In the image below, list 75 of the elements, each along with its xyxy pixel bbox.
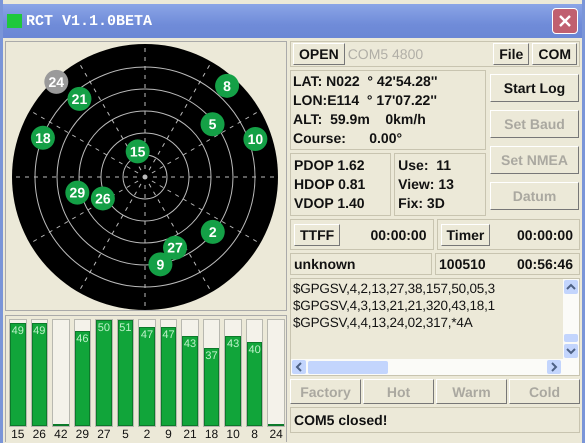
status-bar: COM5 closed!: [290, 407, 580, 433]
snr-value: 40: [248, 344, 261, 358]
prn-label: 29: [76, 427, 90, 442]
fix-text: Fix: 3D: [398, 194, 446, 213]
com-button[interactable]: COM: [532, 43, 577, 65]
course-text: Course: 0.00°: [293, 129, 404, 148]
nmea-line: $GPGSV,4,4,13,24,02,317,*4A: [293, 314, 474, 331]
dop-text: PDOP 1.62: [294, 156, 366, 175]
prn-label: 27: [97, 427, 111, 442]
ttff-button[interactable]: TTFF: [294, 224, 340, 246]
prn-label: 9: [165, 427, 172, 442]
satellite-marker: 9: [148, 252, 172, 276]
satellite-marker: 29: [65, 180, 90, 205]
prn-label: 24: [269, 427, 283, 442]
prn-label: 10: [226, 427, 240, 442]
satellite-marker: 21: [67, 86, 92, 111]
latitude-text: LAT: N022 ° 42'54.28'': [293, 72, 439, 91]
snr-value: 49: [12, 325, 24, 340]
open-button[interactable]: OPEN: [293, 43, 345, 65]
satellite-marker: 2: [200, 220, 225, 244]
snr-value: 43: [226, 338, 240, 352]
dop-text: HDOP 0.81: [294, 175, 366, 194]
satellite-marker: 5: [200, 112, 225, 136]
snr-value: 46: [76, 332, 88, 347]
satellite-marker: 24: [44, 70, 68, 94]
snr-value: 49: [33, 325, 46, 340]
snr-value: 47: [140, 329, 154, 344]
mode-text: unknown: [294, 256, 356, 272]
date-text: 100510: [439, 256, 486, 272]
scroll-left-icon: [292, 360, 306, 374]
snr-value: 51: [119, 322, 132, 336]
prn-label: 2: [144, 427, 150, 442]
close-icon: [558, 14, 572, 28]
prn-label: 5: [122, 427, 129, 442]
scroll-thumb[interactable]: [564, 334, 578, 342]
timer-value: 00:00:00: [516, 226, 573, 242]
longitude-text: LON:E114 ° 17'07.22'': [293, 91, 438, 110]
satellite-marker: 26: [90, 186, 115, 210]
satellite-marker: 10: [243, 127, 268, 151]
app-icon: [7, 14, 22, 28]
timer-button[interactable]: Timer: [440, 224, 490, 246]
snr-value: 37: [205, 350, 218, 364]
prn-label: 15: [11, 427, 24, 442]
nmea-line: $GPGSV,4,3,13,21,21,320,43,18,1: [293, 297, 496, 314]
prn-label: 18: [204, 427, 218, 442]
scroll-right-icon: [547, 360, 561, 374]
scroll-down-icon: [564, 344, 578, 358]
horizontal-scrollbar[interactable]: [291, 359, 579, 375]
satellite-marker: 27: [163, 236, 188, 260]
altitude-text: ALT: 59.9m 0km/h: [293, 110, 427, 129]
prn-label: 8: [251, 427, 258, 442]
fix-text: View: 13: [398, 175, 455, 194]
time-text: 00:56:46: [516, 256, 573, 272]
snr-value: 50: [98, 322, 110, 336]
scroll-up-icon: [564, 280, 578, 294]
satellite-marker: 18: [30, 126, 55, 150]
snr-value: 43: [184, 338, 196, 352]
side-button[interactable]: Start Log: [490, 74, 579, 102]
window-title: RCT V1.1.0BETA: [26, 12, 154, 30]
prn-label: 26: [32, 427, 46, 442]
file-button[interactable]: File: [493, 43, 530, 65]
port-label: COM5 4800: [348, 46, 424, 62]
fix-text: Use: 11: [398, 156, 452, 175]
close-button[interactable]: [552, 8, 578, 34]
vertical-scrollbar[interactable]: [563, 279, 579, 359]
nmea-line: $GPGSV,4,2,13,27,38,157,50,05,3: [293, 280, 496, 297]
ttff-value: 00:00:00: [370, 226, 426, 242]
prn-label: 21: [183, 427, 197, 442]
satellite-marker: 8: [215, 74, 240, 98]
prn-label: 42: [54, 427, 68, 442]
scroll-thumb[interactable]: [308, 360, 388, 374]
satellite-marker: 15: [126, 139, 150, 164]
nmea-log[interactable]: $GPGSV,4,2,13,27,38,157,50,05,3 $GPGSV,4,3,13,21,21,320,43,18,1 $GPGSV,4,4,13,24,02,317,*4A: [290, 278, 580, 376]
dop-text: VDOP 1.40: [294, 194, 366, 213]
snr-value: 47: [162, 329, 175, 344]
